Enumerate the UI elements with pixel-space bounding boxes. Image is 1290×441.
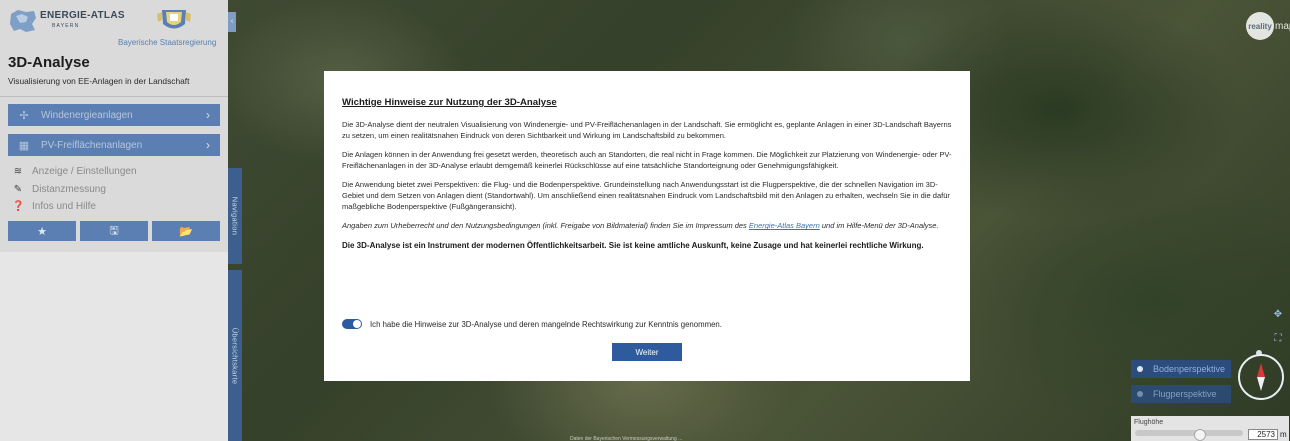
folder-open-icon: 📂 — [179, 225, 193, 238]
ground-perspective-button[interactable]: Bodenperspektive — [1131, 360, 1231, 378]
tab-navigation-label: Navigation — [230, 196, 240, 236]
flight-height-slider-handle[interactable] — [1193, 429, 1206, 441]
bavaria-crest-icon — [157, 10, 191, 29]
radio-dot-icon — [1137, 391, 1143, 397]
acknowledge-label: Ich habe die Hinweise zur 3D-Analyse und… — [370, 319, 722, 329]
menu-item-help-label: Infos und Hilfe — [32, 201, 96, 212]
save-button[interactable]: 🖫 — [80, 221, 148, 241]
logo-subtitle: BAYERN — [52, 23, 80, 29]
chevron-left-icon: ‹ — [230, 18, 234, 25]
pv-freiflaechen-label: PV-Freiflächenanlagen — [41, 139, 143, 151]
continue-button[interactable]: Weiter — [612, 343, 682, 361]
acknowledge-toggle[interactable] — [342, 319, 362, 329]
realitymaps-text: maps — [1275, 20, 1290, 32]
wind-turbine-icon: ✢ — [19, 109, 29, 122]
flight-perspective-button[interactable]: Flugperspektive — [1131, 385, 1231, 403]
windenergie-label: Windenergieanlagen — [41, 109, 133, 121]
acknowledge-row[interactable]: Ich habe die Hinweise zur 3D-Analyse und… — [342, 319, 722, 329]
tab-overview-map-label: Übersichtskarte — [230, 327, 240, 384]
map-attribution: Daten der Bayerischen Vermessungsverwalt… — [570, 436, 683, 441]
chevron-right-icon: › — [206, 108, 210, 122]
logo-title: ENERGIE-ATLAS — [40, 10, 125, 21]
pv-freiflaechen-button[interactable]: ▦ PV-Freiflächenanlagen › — [8, 134, 220, 156]
compass[interactable] — [1238, 354, 1284, 400]
dialog-paragraph-2: Die Anlagen können in der Anwendung frei… — [342, 150, 952, 170]
dialog-paragraph-4-end: und im Hilfe-Menü der 3D-Analyse. — [819, 221, 939, 231]
divider — [0, 96, 228, 97]
menu-item-distance[interactable]: ✎ Distanzmessung — [12, 184, 106, 195]
flight-height-label: Flughöhe — [1134, 419, 1164, 426]
dialog-disclaimer: Die 3D-Analyse ist ein Instrument der mo… — [342, 240, 924, 250]
dialog-title: Wichtige Hinweise zur Nutzung der 3D-Ana… — [342, 97, 557, 108]
radio-dot-icon — [1137, 366, 1143, 372]
help-icon: ❓ — [12, 201, 25, 212]
star-icon: ★ — [37, 225, 47, 238]
page-title: 3D-Analyse — [8, 54, 90, 71]
energie-atlas-link[interactable]: Energie-Atlas Bayern — [749, 221, 820, 230]
sidebar-empty-area — [0, 252, 228, 441]
menu-item-help[interactable]: ❓ Infos und Hilfe — [12, 201, 96, 212]
compass-needle-icon — [1257, 363, 1265, 391]
dialog-paragraph-1: Die 3D-Analyse dient der neutralen Visua… — [342, 120, 952, 140]
bavaria-map-logo-icon — [10, 10, 36, 32]
solar-panel-icon: ▦ — [18, 139, 30, 152]
open-button[interactable]: 📂 — [152, 221, 220, 241]
menu-item-settings[interactable]: ≋ Anzeige / Einstellungen — [12, 166, 137, 177]
flight-height-unit: m — [1280, 430, 1287, 439]
flight-perspective-label: Flugperspektive — [1153, 389, 1217, 399]
menu-item-distance-label: Distanzmessung — [32, 184, 106, 195]
ground-perspective-label: Bodenperspektive — [1153, 364, 1226, 374]
flight-height-track[interactable] — [1135, 430, 1243, 436]
chevron-right-icon: › — [206, 138, 210, 152]
dialog-paragraph-4-start: Angaben zum Urheberrecht und den Nutzung… — [342, 221, 749, 231]
flight-height-input[interactable]: 2573 — [1248, 429, 1278, 440]
dialog-paragraph-4: Angaben zum Urheberrecht und den Nutzung… — [342, 221, 952, 232]
government-label: Bayerische Staatsregierung — [118, 38, 217, 47]
move-icon[interactable]: ✥ — [1272, 309, 1284, 321]
energie-atlas-logo[interactable]: ENERGIE-ATLAS BAYERN Bayerische Staatsre… — [8, 6, 220, 48]
dialog-paragraph-3: Die Anwendung bietet zwei Perspektiven: … — [342, 180, 950, 211]
page-subtitle: Visualisierung von EE-Anlagen in der Lan… — [8, 76, 190, 86]
menu-item-settings-label: Anzeige / Einstellungen — [32, 166, 137, 177]
sidebar: ENERGIE-ATLAS BAYERN Bayerische Staatsre… — [0, 0, 228, 441]
tab-overview-map[interactable]: Übersichtskarte — [228, 270, 242, 441]
collapse-sidebar-button[interactable]: ‹ — [228, 12, 236, 32]
realitymaps-badge: reality — [1246, 12, 1274, 40]
layers-icon: ≋ — [13, 166, 23, 177]
realitymaps-logo[interactable]: reality maps — [1246, 12, 1290, 40]
notice-dialog: Wichtige Hinweise zur Nutzung der 3D-Ana… — [324, 71, 970, 381]
tab-navigation[interactable]: Navigation — [228, 168, 242, 264]
notice-dialog-body: Wichtige Hinweise zur Nutzung der 3D-Ana… — [342, 97, 952, 260]
windenergie-button[interactable]: ✢ Windenergieanlagen › — [8, 104, 220, 126]
fullscreen-icon[interactable]: ⛶ — [1272, 333, 1284, 345]
favorites-button[interactable]: ★ — [8, 221, 76, 241]
ruler-pen-icon: ✎ — [13, 184, 23, 195]
save-icon: 🖫 — [109, 224, 119, 237]
toolbar: ★ 🖫 📂 — [8, 221, 220, 241]
